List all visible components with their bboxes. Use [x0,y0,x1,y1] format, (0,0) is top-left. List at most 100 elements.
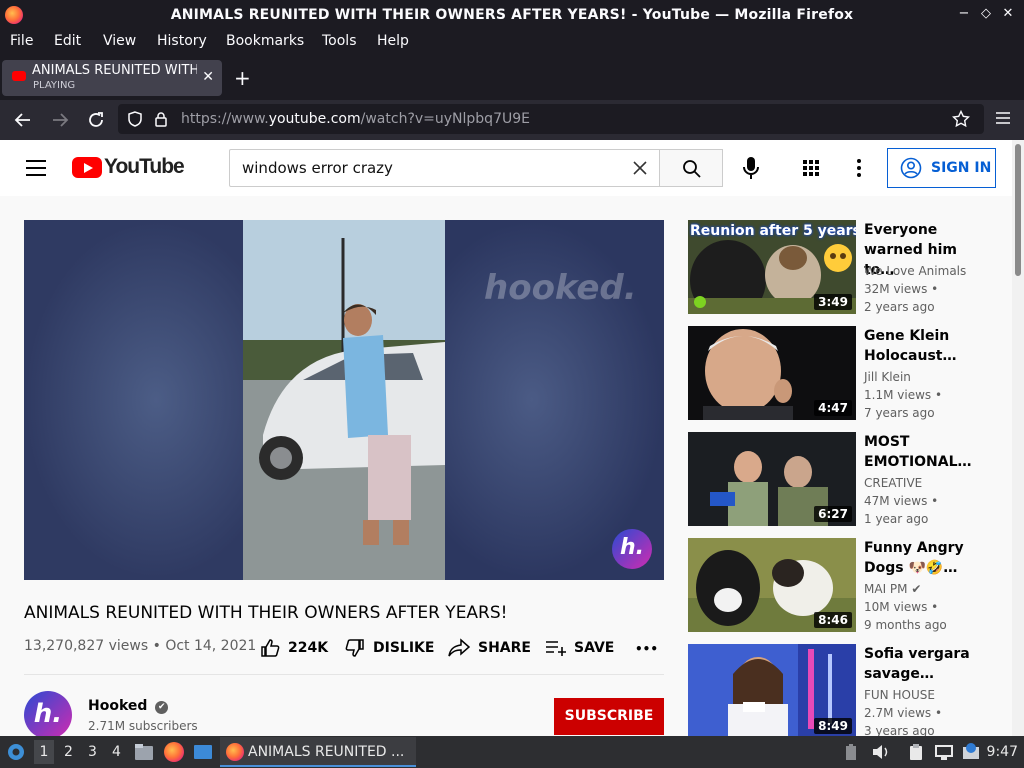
video-watermark: hooked. [484,268,637,308]
taskbar-window-title: ANIMALS REUNITED ... [248,744,405,760]
account-icon [900,157,922,179]
subscribe-button[interactable]: SUBSCRIBE [554,698,664,735]
youtube-play-icon [72,157,102,178]
recommendation-thumbnail[interactable]: 4:47 [688,326,856,420]
tab-playing-label: PLAYING [33,80,76,91]
save-label: SAVE [574,640,615,656]
recommendation-channel[interactable]: CREATIVE [864,476,922,490]
search-input[interactable]: windows error crazy [229,149,660,187]
scrollbar-thumb[interactable] [1015,144,1021,276]
close-window-button[interactable]: ✕ [1000,6,1016,21]
lock-icon[interactable] [154,111,168,127]
search-button[interactable] [659,149,723,187]
taskbar-firefox-window[interactable]: ANIMALS REUNITED ... [220,737,416,767]
url-text[interactable]: https://www.youtube.com/watch?v=uyNlpbq7… [181,111,530,127]
video-duration: 8:46 [814,612,852,628]
video-player[interactable]: hooked. h. [24,220,664,580]
like-button[interactable]: 224K [260,638,328,662]
dislike-button[interactable]: DISLIKE [345,638,434,662]
menu-help[interactable]: Help [377,33,409,49]
sign-in-button[interactable]: SIGN IN [887,148,996,188]
menu-file[interactable]: File [10,33,33,49]
start-menu-icon[interactable] [6,742,26,762]
bookmark-star-icon[interactable] [952,110,970,128]
recommendation-thumbnail[interactable]: 8:46 [688,538,856,632]
recommendation-item[interactable]: 6:27 MOST EMOTIONAL… CREATIVE 47M views … [688,432,988,526]
clear-search-icon[interactable] [633,161,647,175]
app-menu-icon[interactable] [996,112,1010,124]
network-icon[interactable] [934,743,954,761]
video-title: ANIMALS REUNITED WITH THEIR OWNERS AFTER… [24,603,508,623]
menu-bookmarks[interactable]: Bookmarks [226,33,304,49]
recommendation-channel[interactable]: MAI PM ✔ [864,582,921,596]
navigation-toolbar: https://www.youtube.com/watch?v=uyNlpbq7… [0,100,1024,140]
tab-close-icon[interactable]: ✕ [202,69,214,85]
channel-name[interactable]: Hooked ✔ [88,698,169,714]
tracking-shield-icon[interactable] [128,111,142,127]
divider [24,674,664,675]
meta-separator: • [152,638,161,654]
file-manager-icon[interactable] [134,743,154,761]
recommendation-channel[interactable]: FUN HOUSE [864,688,935,702]
recommendation-thumbnail[interactable]: 8:49 [688,644,856,736]
thumbs-up-icon [261,639,280,657]
voice-search-mic-icon[interactable] [736,153,766,183]
menu-view[interactable]: View [103,33,136,49]
recommendation-title[interactable]: Sofia vergara savage… [864,644,974,684]
blurred-side-left [24,220,244,580]
maximize-button[interactable]: ◇ [978,6,994,21]
recommendation-title[interactable]: MOST EMOTIONAL… [864,432,974,472]
guide-menu-icon[interactable] [26,160,46,181]
recommendation-thumbnail[interactable]: 6:27 [688,432,856,526]
recommendation-channel[interactable]: Jill Klein [864,370,911,384]
channel-avatar[interactable]: h. [24,691,72,736]
video-duration: 8:49 [814,718,852,734]
new-tab-button[interactable]: + [234,66,251,90]
share-button[interactable]: SHARE [448,638,531,662]
clipboard-icon[interactable] [907,743,925,761]
notification-update-icon[interactable] [961,742,981,762]
minimize-button[interactable]: − [956,6,972,21]
save-button[interactable]: SAVE [545,638,614,662]
workspace-3[interactable]: 3 [88,744,97,760]
channel-watermark-badge[interactable]: h. [612,529,652,569]
share-label: SHARE [478,640,531,656]
recommendation-item[interactable]: Reunion after 5 years 3:49 Everyone warn… [688,220,988,314]
recommendation-title[interactable]: Funny Angry Dogs 🐶🤣… [864,538,974,578]
recommendation-age: 9 months ago [864,618,947,632]
forward-arrow-icon[interactable] [51,111,69,129]
thumbnail-overlay-text: Reunion after 5 years [690,223,856,239]
recommendation-item[interactable]: 8:49 Sofia vergara savage… FUN HOUSE 2.7… [688,644,988,736]
apps-grid-icon[interactable] [803,160,819,176]
verified-icon: ✔ [155,701,169,714]
url-bar[interactable]: https://www.youtube.com/watch?v=uyNlpbq7… [118,104,984,134]
menu-history[interactable]: History [157,33,207,49]
battery-icon[interactable] [845,743,857,761]
menu-tools[interactable]: Tools [322,33,357,49]
recommendation-channel[interactable]: We Love Animals [864,264,966,278]
recommendation-views: 32M views • [864,282,939,296]
share-arrow-icon [448,638,471,657]
search-query[interactable]: windows error crazy [242,159,393,177]
view-count: 13,270,827 views [24,638,149,654]
recommendation-item[interactable]: 4:47 Gene Klein Holocaust… Jill Klein 1.… [688,326,988,420]
recommendation-item[interactable]: 8:46 Funny Angry Dogs 🐶🤣… MAI PM ✔ 10M v… [688,538,988,632]
desktop-icon[interactable] [193,743,213,761]
tab-youtube[interactable]: ANIMALS REUNITED WITH THEIR OWNERS AFTER… [2,60,222,96]
sign-in-label: SIGN IN [931,160,992,176]
like-count: 224K [288,640,329,656]
more-options-icon[interactable] [856,158,862,178]
video-meta: 13,270,827 views • Oct 14, 2021 [24,638,256,654]
back-arrow-icon[interactable] [14,111,32,129]
menu-edit[interactable]: Edit [54,33,81,49]
recommendation-title[interactable]: Gene Klein Holocaust… [864,326,974,366]
recommendation-thumbnail[interactable]: Reunion after 5 years 3:49 [688,220,856,314]
volume-icon[interactable] [872,744,890,760]
workspace-2[interactable]: 2 [64,744,73,760]
page-scrollbar[interactable] [1012,140,1024,736]
more-actions-button[interactable]: ••• [635,642,658,656]
reload-icon[interactable] [87,111,105,129]
workspace-1[interactable]: 1 [34,740,54,764]
firefox-launcher-icon[interactable] [164,742,184,762]
workspace-4[interactable]: 4 [112,744,121,760]
